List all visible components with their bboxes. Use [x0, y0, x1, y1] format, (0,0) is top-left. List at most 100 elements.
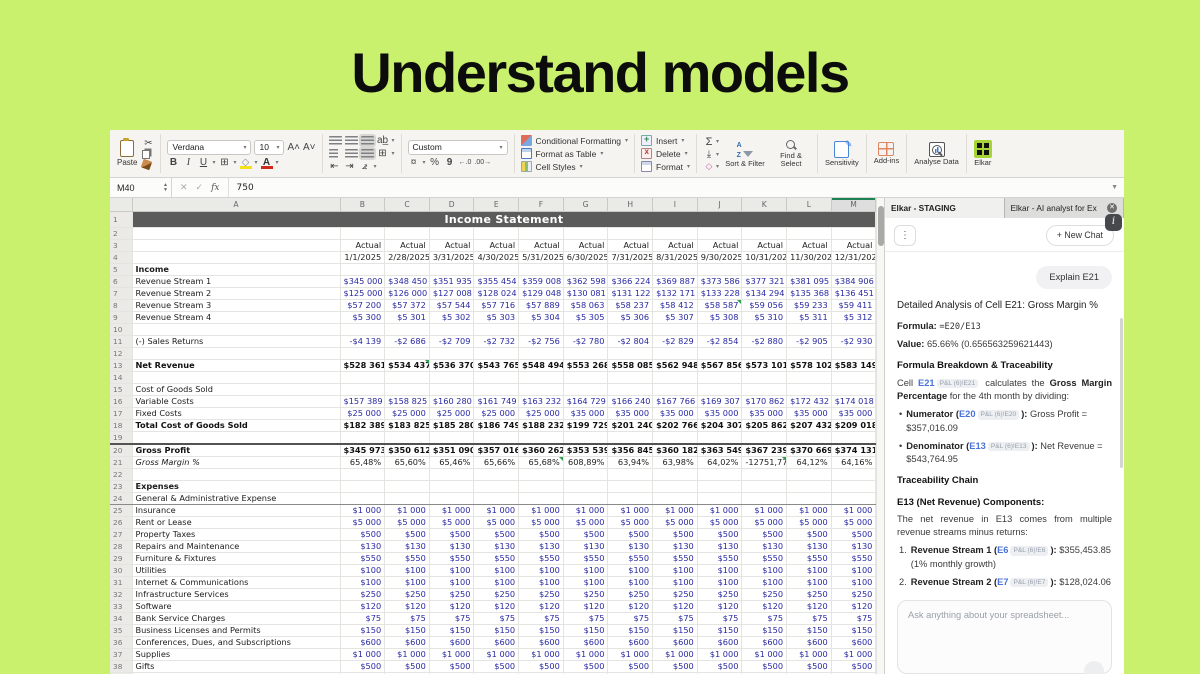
cell-label[interactable]: Net Revenue [132, 360, 340, 372]
cell[interactable]: $100 [742, 565, 787, 577]
cell[interactable]: $5 000 [831, 517, 876, 529]
sensitivity-button[interactable]: Sensitivity [821, 132, 863, 175]
cell[interactable]: $59 411 [831, 300, 876, 312]
cell[interactable] [608, 264, 653, 276]
cell[interactable]: $1 000 [340, 649, 385, 661]
cell[interactable]: $120 [697, 601, 742, 613]
cell[interactable]: $100 [563, 565, 608, 577]
cell[interactable]: $35 000 [608, 408, 653, 420]
cell-label[interactable]: Total Cost of Goods Sold [132, 420, 340, 432]
cell[interactable]: $58 412 [653, 300, 698, 312]
cell[interactable]: Actual [831, 240, 876, 252]
cell[interactable]: $150 [563, 625, 608, 637]
cell[interactable] [653, 228, 698, 240]
cell[interactable]: $356 845 [608, 444, 653, 457]
cell-reference-chip[interactable]: P&L (6)!E7 [1010, 578, 1048, 587]
cell[interactable]: $75 [787, 613, 832, 625]
cell[interactable]: $25 000 [519, 408, 564, 420]
row-number-16[interactable]: 16 [110, 396, 132, 408]
cell[interactable]: $120 [787, 601, 832, 613]
row-number-12[interactable]: 12 [110, 348, 132, 360]
cell[interactable]: $100 [474, 565, 519, 577]
cell[interactable]: $133 228 [697, 288, 742, 300]
cell[interactable]: $100 [697, 565, 742, 577]
tab-elkar-staging[interactable]: Elkar - STAGING [885, 198, 1005, 218]
cell[interactable] [608, 481, 653, 493]
column-header-M[interactable]: M [831, 198, 876, 212]
cell[interactable]: $100 [697, 577, 742, 589]
cell[interactable]: $369 887 [653, 276, 698, 288]
cell[interactable]: $5 303 [474, 312, 519, 324]
cell[interactable]: $1 000 [653, 505, 698, 517]
cell[interactable]: $500 [474, 529, 519, 541]
cell[interactable] [340, 432, 385, 445]
cell[interactable]: $120 [340, 601, 385, 613]
cell-label[interactable]: Gifts [132, 661, 340, 673]
column-header-C[interactable]: C [385, 198, 430, 212]
cell[interactable] [831, 469, 876, 481]
cell[interactable]: $199 729 [563, 420, 608, 432]
cell[interactable]: $58 063 [563, 300, 608, 312]
cell[interactable]: $1 000 [831, 505, 876, 517]
cell[interactable]: $205 862 [742, 420, 787, 432]
cell-label[interactable]: Revenue Stream 1 [132, 276, 340, 288]
cell[interactable] [831, 481, 876, 493]
cell-label[interactable]: Furniture & Fixtures [132, 553, 340, 565]
cell[interactable]: $550 [340, 553, 385, 565]
cell[interactable]: $360 262 [519, 444, 564, 457]
cell[interactable]: $550 [563, 553, 608, 565]
cell[interactable] [385, 469, 430, 481]
cell[interactable]: $1 000 [831, 649, 876, 661]
cell[interactable]: $5 305 [563, 312, 608, 324]
cell[interactable]: $100 [787, 577, 832, 589]
cell-label[interactable] [132, 252, 340, 264]
font-size-select[interactable]: 10▾ [254, 140, 284, 155]
cell-label[interactable]: Supplies [132, 649, 340, 661]
cell[interactable]: $130 [474, 541, 519, 553]
cell[interactable]: $1 000 [429, 505, 474, 517]
grid-scrollbar[interactable] [876, 198, 884, 674]
cell[interactable]: $500 [563, 661, 608, 673]
cell[interactable]: $5 000 [563, 517, 608, 529]
cell[interactable] [563, 324, 608, 336]
cell[interactable]: $25 000 [429, 408, 474, 420]
cell[interactable]: $536 370 [429, 360, 474, 372]
cell[interactable]: $35 000 [742, 408, 787, 420]
cell[interactable]: $5 000 [340, 517, 385, 529]
info-icon[interactable]: i [1105, 214, 1122, 231]
cell[interactable] [608, 324, 653, 336]
cell[interactable] [519, 432, 564, 445]
cell[interactable]: $600 [831, 637, 876, 649]
cell[interactable]: $500 [608, 529, 653, 541]
cell[interactable] [519, 324, 564, 336]
cell[interactable]: $150 [608, 625, 653, 637]
cell[interactable]: $600 [519, 637, 564, 649]
cell[interactable]: $348 450 [385, 276, 430, 288]
cell[interactable]: $75 [385, 613, 430, 625]
cell[interactable]: $209 018 [831, 420, 876, 432]
cell[interactable]: $351 935 [429, 276, 474, 288]
comma-style-icon[interactable]: 9 [444, 157, 456, 168]
cell[interactable]: $345 000 [340, 276, 385, 288]
cell[interactable] [742, 348, 787, 360]
cancel-entry-icon[interactable]: ✕ [180, 182, 188, 193]
row-number-24[interactable]: 24 [110, 493, 132, 505]
cell[interactable]: $600 [385, 637, 430, 649]
cell[interactable]: $250 [608, 589, 653, 601]
cell[interactable] [742, 432, 787, 445]
cell[interactable]: $100 [787, 565, 832, 577]
cell-label[interactable]: Fixed Costs [132, 408, 340, 420]
cell[interactable]: $134 294 [742, 288, 787, 300]
column-header-F[interactable]: F [519, 198, 564, 212]
cell-label[interactable]: Utilities [132, 565, 340, 577]
cell[interactable]: 64,12% [787, 457, 832, 469]
cell[interactable] [608, 493, 653, 505]
cell-label[interactable]: Variable Costs [132, 396, 340, 408]
cell[interactable]: $120 [653, 601, 698, 613]
cell[interactable] [787, 324, 832, 336]
cell[interactable] [340, 264, 385, 276]
cell[interactable]: $558 085 [608, 360, 653, 372]
cell[interactable] [563, 469, 608, 481]
cell[interactable] [831, 493, 876, 505]
align-top-icon[interactable] [329, 136, 342, 145]
